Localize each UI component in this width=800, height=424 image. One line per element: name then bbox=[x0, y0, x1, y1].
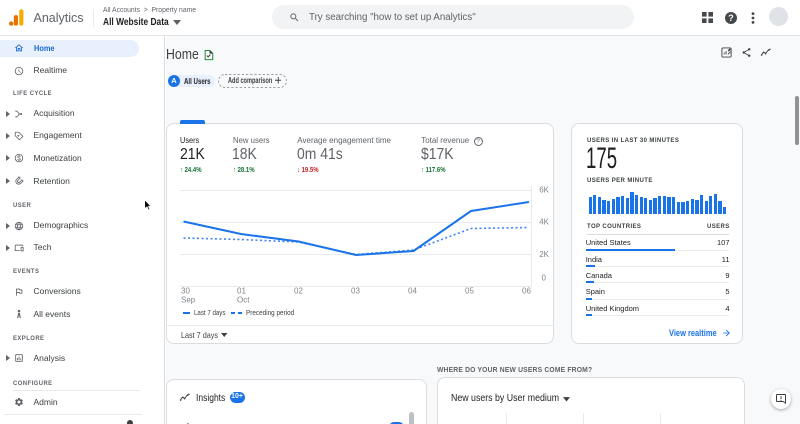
svg-text:03: 03 bbox=[351, 287, 360, 296]
svg-text:4K: 4K bbox=[539, 218, 549, 227]
svg-text:30: 30 bbox=[181, 287, 190, 296]
svg-text:04: 04 bbox=[408, 287, 417, 296]
svg-text:2K: 2K bbox=[539, 250, 549, 259]
svg-text:01: 01 bbox=[237, 287, 246, 296]
svg-text:06: 06 bbox=[522, 287, 531, 296]
svg-text:6K: 6K bbox=[539, 186, 549, 195]
svg-text:Sep: Sep bbox=[181, 296, 196, 305]
svg-text:Oct: Oct bbox=[237, 296, 250, 305]
svg-text:05: 05 bbox=[465, 287, 474, 296]
svg-text:02: 02 bbox=[294, 287, 303, 296]
svg-text:0: 0 bbox=[542, 274, 547, 283]
